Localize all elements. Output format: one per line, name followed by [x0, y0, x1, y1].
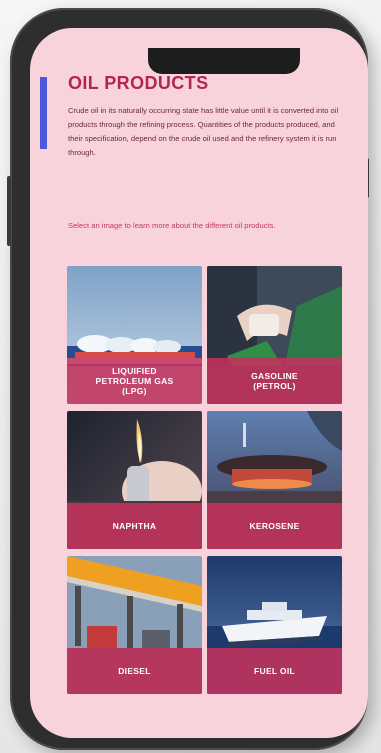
tile-label-band: DIESEL [67, 648, 202, 694]
phone-frame: OIL PRODUCTS Crude oil in its naturally … [7, 8, 369, 750]
product-tile-diesel[interactable]: DIESEL [67, 556, 202, 694]
select-prompt: Select an image to learn more about the … [68, 221, 276, 230]
product-tile-kerosene[interactable]: KEROSENE [207, 411, 342, 549]
tile-label: LIQUIFIED PETROLEUM GAS (LPG) [95, 366, 174, 396]
tile-label-band: LIQUIFIED PETROLEUM GAS (LPG) [67, 358, 202, 404]
tile-label: NAPHTHA [112, 521, 157, 531]
product-tile-gasoline[interactable]: GASOLINE (PETROL) [207, 266, 342, 404]
phone-notch [148, 48, 300, 74]
product-tile-lpg[interactable]: LIQUIFIED PETROLEUM GAS (LPG) [67, 266, 202, 404]
tile-label-band: NAPHTHA [67, 503, 202, 549]
tile-label-band: GASOLINE (PETROL) [207, 358, 342, 404]
tile-label-band: FUEL OIL [207, 648, 342, 694]
tile-label: DIESEL [118, 666, 151, 676]
accent-bar [40, 77, 47, 149]
tile-label: GASOLINE (PETROL) [251, 371, 298, 391]
page-title: OIL PRODUCTS [68, 73, 209, 93]
intro-paragraph: Crude oil in its naturally occurring sta… [68, 106, 339, 157]
phone-screen: OIL PRODUCTS Crude oil in its naturally … [30, 28, 368, 738]
phone-side-button [7, 176, 11, 246]
product-tile-naphtha[interactable]: NAPHTHA [67, 411, 202, 549]
tile-label: FUEL OIL [254, 666, 295, 676]
tile-label: KEROSENE [249, 521, 300, 531]
product-tile-fuel-oil[interactable]: FUEL OIL [207, 556, 342, 694]
tile-label-band: KEROSENE [207, 503, 342, 549]
